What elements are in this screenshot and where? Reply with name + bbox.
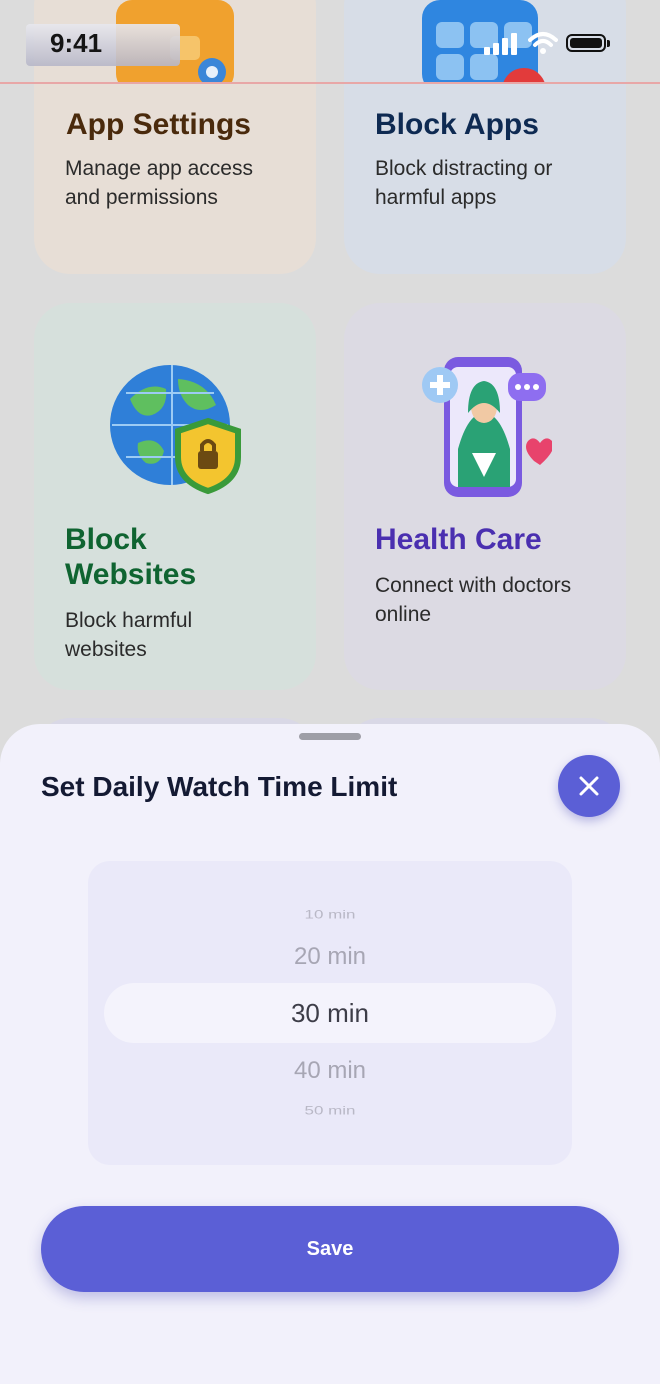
picker-option-50[interactable]: 50 min: [88, 1104, 572, 1118]
picker-option-40[interactable]: 40 min: [88, 1057, 572, 1085]
wifi-icon: [528, 32, 558, 54]
card-desc-line-1: Connect with doctors: [375, 574, 572, 597]
card-desc-line-2: and permissions: [65, 186, 218, 209]
card-block-websites[interactable]: Block Websites Block harmful websites: [34, 303, 316, 690]
battery-tip: [607, 40, 610, 47]
card-title-line-1: Block: [65, 523, 147, 556]
picker-option-10[interactable]: 10 min: [88, 908, 572, 922]
picker-option-selected[interactable]: 30 min: [88, 998, 572, 1029]
save-button[interactable]: Save: [41, 1206, 619, 1292]
card-desc-line-2: websites: [65, 638, 147, 661]
time-picker[interactable]: 10 min 20 min 30 min 40 min 50 min: [88, 861, 572, 1165]
card-desc-line-2: online: [375, 603, 432, 626]
watch-time-sheet: Set Daily Watch Time Limit 10 min 20 min…: [0, 724, 660, 1384]
card-title: Block Apps: [375, 108, 539, 141]
card-desc-line-1: Manage app access: [65, 157, 253, 180]
card-desc-line-1: Block harmful: [65, 609, 193, 632]
card-title-line-2: Websites: [65, 558, 197, 591]
cellular-signal-icon: [484, 33, 518, 55]
card-health-care[interactable]: Health Care Connect with doctors online: [344, 303, 626, 690]
close-icon: [579, 776, 599, 796]
status-time: 9:41: [50, 28, 103, 58]
status-bar: 9:41: [0, 0, 660, 82]
battery-icon: [566, 34, 606, 52]
picker-option-20[interactable]: 20 min: [88, 943, 572, 971]
card-title: App Settings: [66, 108, 251, 141]
sheet-grabber[interactable]: [299, 733, 361, 740]
globe-shield-icon: [110, 365, 241, 495]
card-desc-line-1: Block distracting or: [375, 157, 553, 180]
card-desc-line-2: harmful apps: [375, 186, 497, 209]
sheet-title: Set Daily Watch Time Limit: [41, 771, 398, 802]
doctor-phone-icon: [422, 357, 552, 497]
card-title: Health Care: [375, 523, 542, 556]
close-button[interactable]: [558, 755, 620, 817]
status-divider: [0, 82, 660, 84]
